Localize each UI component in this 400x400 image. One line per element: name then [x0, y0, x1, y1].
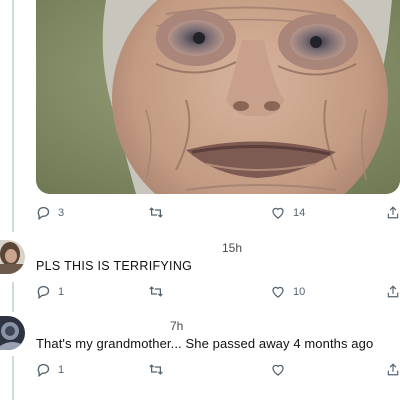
reply-icon	[37, 363, 50, 377]
avatar-image	[0, 316, 25, 350]
avatar-image	[0, 240, 25, 274]
reply-icon	[37, 285, 50, 299]
thread-line	[12, 356, 14, 400]
reply-timestamp: 7h	[170, 319, 184, 333]
elderly-face-photo	[36, 0, 400, 194]
avatar[interactable]	[0, 316, 25, 350]
thread-line	[12, 0, 14, 232]
retweet-button[interactable]	[148, 362, 164, 377]
reply-icon	[37, 206, 50, 220]
reply-button[interactable]: 1	[36, 284, 64, 299]
retweet-icon	[149, 207, 163, 218]
like-count: 14	[293, 206, 306, 219]
post-image[interactable]	[36, 0, 400, 194]
share-button[interactable]	[386, 284, 400, 299]
reply-text: That's my grandmother... She passed away…	[36, 336, 374, 351]
reply-button[interactable]: 1	[36, 362, 64, 377]
thread-line	[12, 282, 14, 312]
avatar[interactable]	[0, 240, 25, 274]
share-button[interactable]	[386, 205, 400, 220]
like-button[interactable]	[270, 362, 293, 377]
reply-count: 1	[58, 285, 65, 298]
share-button[interactable]	[386, 362, 400, 377]
like-button[interactable]: 10	[270, 284, 305, 299]
reply-timestamp: 15h	[222, 241, 243, 255]
like-icon	[272, 364, 284, 376]
share-icon	[387, 363, 399, 376]
retweet-button[interactable]	[148, 284, 164, 299]
share-icon	[387, 285, 399, 298]
reply-button[interactable]: 3	[36, 205, 64, 220]
retweet-button[interactable]	[148, 205, 164, 220]
like-button[interactable]: 14	[270, 205, 305, 220]
reply-actions: 1 10	[36, 284, 400, 304]
like-icon	[272, 207, 284, 219]
share-icon	[387, 206, 399, 219]
reply-actions: 1	[36, 362, 400, 382]
retweet-icon	[149, 364, 163, 375]
reply-text: PLS THIS IS TERRIFYING	[36, 259, 193, 273]
reply-count: 1	[58, 363, 65, 376]
like-count: 10	[293, 285, 306, 298]
retweet-icon	[149, 286, 163, 297]
like-icon	[272, 286, 284, 298]
reply-count: 3	[58, 206, 65, 219]
post-actions: 3 14	[36, 205, 400, 225]
